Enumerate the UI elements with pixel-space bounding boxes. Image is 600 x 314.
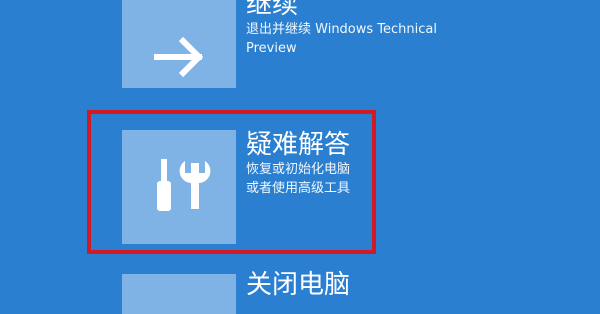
shutdown-text: 关闭电脑	[246, 270, 350, 300]
highlight-box	[87, 110, 376, 254]
continue-title: 继续	[246, 0, 299, 20]
continue-text: 继续 退出并继续 Windows Technical Preview	[246, 0, 437, 58]
shutdown-tile[interactable]	[122, 274, 236, 314]
continue-option[interactable]: 继续 退出并继续 Windows Technical Preview	[122, 0, 482, 90]
continue-desc-line-1: 退出并继续 Windows Technical	[246, 22, 437, 37]
continue-tile[interactable]	[122, 0, 236, 88]
shutdown-title: 关闭电脑	[246, 270, 351, 300]
arrow-right-icon	[147, 0, 211, 93]
shutdown-option[interactable]: 关闭电脑	[122, 262, 482, 314]
continue-desc-line-2: Preview	[246, 41, 297, 56]
